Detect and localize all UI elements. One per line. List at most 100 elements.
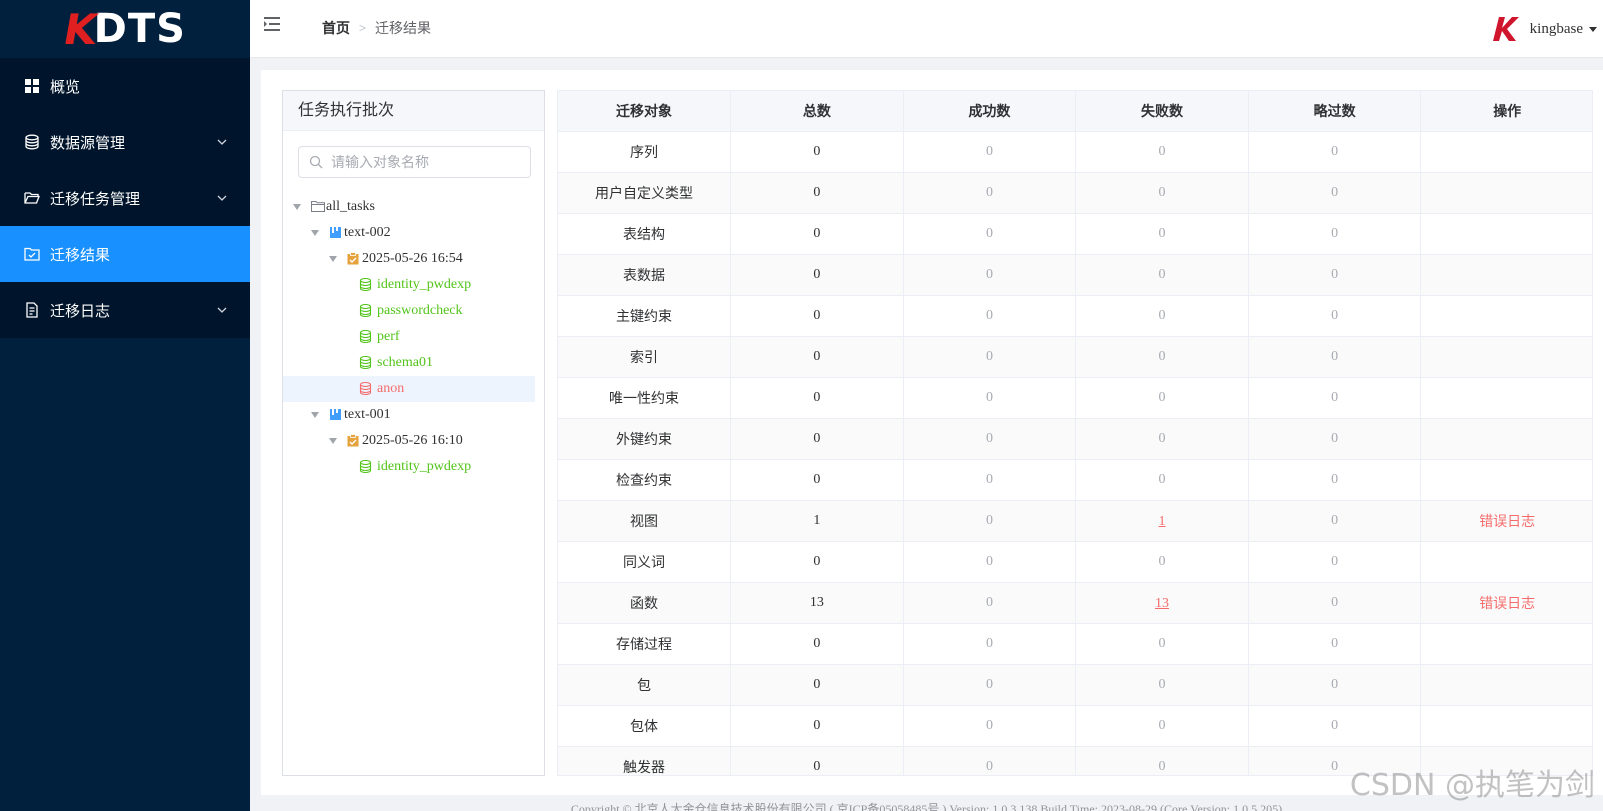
- tree-node-label: 2025-05-26 16:54: [362, 251, 463, 266]
- tree-node[interactable]: text-002: [283, 220, 535, 246]
- object-cell: 索引: [558, 336, 732, 378]
- tree-node-label: text-001: [344, 407, 391, 422]
- tree-node[interactable]: 2025-05-26 16:10: [283, 428, 535, 454]
- failed-cell: 0: [1075, 172, 1249, 214]
- logo-text: DTS: [93, 6, 186, 52]
- skipped-cell: 0: [1248, 459, 1422, 501]
- action-cell: [1420, 705, 1592, 747]
- tree-node[interactable]: schema01: [283, 350, 535, 376]
- failed-cell: 0: [1075, 664, 1249, 706]
- success-cell: 0: [903, 541, 1077, 583]
- schema-icon: [359, 330, 373, 344]
- total-cell: 0: [730, 336, 904, 378]
- task-batch-panel: 任务执行批次 all_tasks text-002 2025-05-26 16:54…: [282, 90, 545, 776]
- kingbase-logo-icon: [1492, 17, 1519, 41]
- schema-icon: [359, 382, 373, 396]
- tree-node[interactable]: text-001: [283, 402, 535, 428]
- sidebar-item-overview[interactable]: 概览: [0, 58, 250, 114]
- folder-check-icon: [24, 246, 40, 262]
- total-cell: 0: [730, 664, 904, 706]
- tree-node[interactable]: perf: [283, 324, 535, 350]
- action-cell: 错误日志: [1420, 582, 1592, 624]
- results-table-wrap: 迁移对象 总数 成功数 失败数 略过数 操作 序列 0 0 0 0 用户自定义类型 0 0 0 0 表结构 0 0…: [557, 90, 1593, 776]
- tree-node[interactable]: identity_pwdexp: [283, 454, 535, 480]
- table-row: 索引 0 0 0 0: [558, 336, 1592, 378]
- failed-count-link[interactable]: 13: [1155, 596, 1169, 611]
- success-cell: 0: [903, 295, 1077, 337]
- action-cell: [1420, 336, 1592, 378]
- skipped-cell: 0: [1248, 623, 1422, 665]
- clipboard-icon: [347, 252, 361, 266]
- task-icon: [329, 408, 343, 422]
- skipped-cell: 0: [1248, 500, 1422, 542]
- tree-node[interactable]: anon: [283, 376, 535, 402]
- failed-cell: 0: [1075, 295, 1249, 337]
- sidebar-item-migration-log[interactable]: 迁移日志: [0, 282, 250, 338]
- skipped-cell: 0: [1248, 418, 1422, 460]
- results-table: 迁移对象 总数 成功数 失败数 略过数 操作 序列 0 0 0 0 用户自定义类型 0 0 0 0 表结构 0 0…: [558, 91, 1592, 775]
- expand-caret-icon[interactable]: [329, 438, 337, 444]
- database-icon: [24, 134, 40, 150]
- success-cell: 0: [903, 131, 1077, 173]
- action-cell: [1420, 623, 1592, 665]
- top-header: 首页 > 迁移结果 kingbase: [250, 0, 1603, 58]
- sidebar-item-migration-results[interactable]: 迁移结果: [0, 226, 250, 282]
- action-cell: [1420, 172, 1592, 214]
- panel-title: 任务执行批次: [283, 91, 544, 131]
- sidebar-item-datasource[interactable]: 数据源管理: [0, 114, 250, 170]
- breadcrumb-home[interactable]: 首页: [322, 18, 350, 38]
- object-search-input[interactable]: [331, 154, 521, 170]
- failed-cell: 0: [1075, 705, 1249, 747]
- action-cell: [1420, 459, 1592, 501]
- error-log-link[interactable]: 错误日志: [1479, 595, 1535, 611]
- tree-node[interactable]: passwordcheck: [283, 298, 535, 324]
- breadcrumb-separator: >: [359, 21, 367, 35]
- failed-cell: 13: [1075, 582, 1249, 624]
- tree-node-label: all_tasks: [326, 199, 375, 214]
- action-cell: [1420, 295, 1592, 337]
- action-cell: [1420, 377, 1592, 419]
- table-row: 表结构 0 0 0 0: [558, 213, 1592, 255]
- expand-caret-icon[interactable]: [329, 256, 337, 262]
- sidebar-item-migration-tasks[interactable]: 迁移任务管理: [0, 170, 250, 226]
- failed-cell: 0: [1075, 213, 1249, 255]
- success-cell: 0: [903, 623, 1077, 665]
- total-cell: 0: [730, 418, 904, 460]
- error-log-link[interactable]: 错误日志: [1479, 513, 1535, 529]
- failed-cell: 0: [1075, 336, 1249, 378]
- total-cell: 13: [730, 582, 904, 624]
- sidebar-item-label: 迁移结果: [50, 246, 111, 264]
- user-menu[interactable]: kingbase: [1492, 14, 1597, 44]
- tree-node[interactable]: all_tasks: [283, 194, 535, 220]
- total-cell: 0: [730, 705, 904, 747]
- tree-node[interactable]: identity_pwdexp: [283, 272, 535, 298]
- expand-caret-icon[interactable]: [293, 204, 301, 210]
- total-cell: 0: [730, 746, 904, 775]
- skipped-cell: 0: [1248, 172, 1422, 214]
- skipped-cell: 0: [1248, 705, 1422, 747]
- table-row: 函数 13 0 13 0 错误日志: [558, 582, 1592, 624]
- hamburger-menu-icon[interactable]: [262, 14, 282, 34]
- skipped-cell: 0: [1248, 213, 1422, 255]
- object-cell: 表结构: [558, 213, 732, 255]
- total-cell: 0: [730, 623, 904, 665]
- tree-node-label: perf: [377, 329, 400, 344]
- success-cell: 0: [903, 213, 1077, 255]
- action-cell: [1420, 418, 1592, 460]
- object-cell: 表数据: [558, 254, 732, 296]
- total-cell: 0: [730, 131, 904, 173]
- tree-node[interactable]: 2025-05-26 16:54: [283, 246, 535, 272]
- success-cell: 0: [903, 582, 1077, 624]
- action-cell: [1420, 213, 1592, 255]
- success-cell: 0: [903, 705, 1077, 747]
- expand-caret-icon[interactable]: [311, 412, 319, 418]
- expand-caret-icon[interactable]: [311, 230, 319, 236]
- folder-icon: [311, 200, 325, 214]
- watermark: CSDN @执笔为剑: [1349, 768, 1595, 803]
- table-row: 表数据 0 0 0 0: [558, 254, 1592, 296]
- failed-count-link[interactable]: 1: [1159, 514, 1166, 529]
- table-row: 检查约束 0 0 0 0: [558, 459, 1592, 501]
- sidebar-item-label: 迁移任务管理: [50, 190, 141, 208]
- app-logo[interactable]: K DTS: [0, 0, 250, 58]
- skipped-cell: 0: [1248, 377, 1422, 419]
